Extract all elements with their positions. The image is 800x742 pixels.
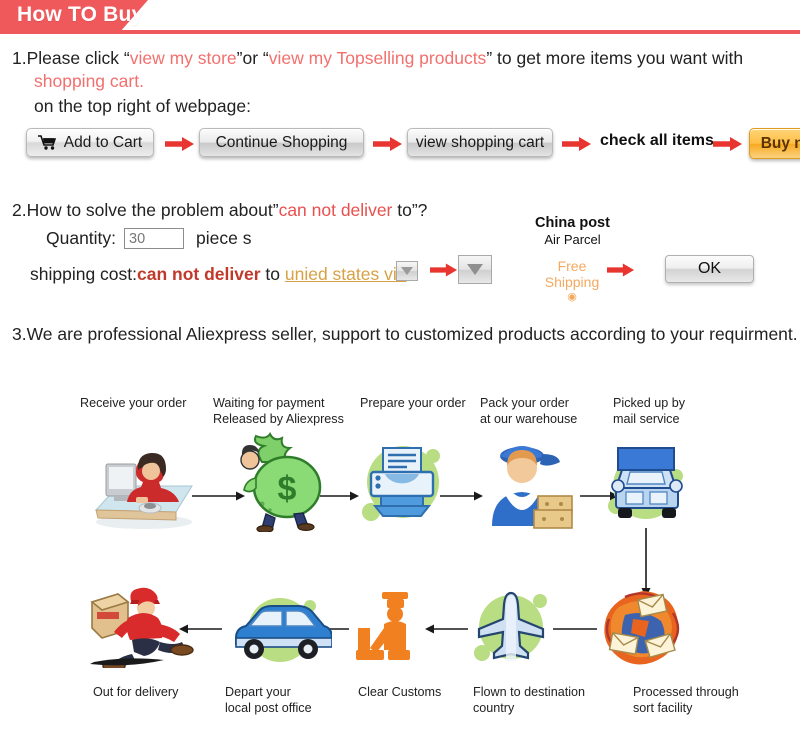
- carrier-service: Air Parcel: [544, 232, 601, 247]
- flow-label-sort-facility: Processed through sort facility: [633, 685, 739, 715]
- van-icon: [222, 592, 332, 666]
- buy-now-button[interactable]: Buy now: [749, 128, 800, 159]
- free-shipping-mark-icon: ◉: [567, 291, 577, 304]
- step-2-post: to”?: [392, 200, 428, 220]
- shopping-cart-text: shopping cart.: [34, 71, 144, 91]
- view-shopping-cart-label: view shopping cart: [415, 133, 545, 151]
- step-3-text: 3.We are professional Aliexpress seller,…: [12, 322, 798, 347]
- shipping-cost-label: shipping cost:: [30, 264, 138, 284]
- shipping-cost-row: shipping cost:can not deliver to unied s…: [30, 262, 406, 287]
- worker-with-boxes-icon: [476, 434, 582, 530]
- carrier-name: China post: [535, 215, 610, 231]
- quantity-label: Quantity:: [46, 228, 117, 248]
- step-1-text: 1.Please click “view my store”or “view m…: [12, 46, 792, 71]
- shipping-to-word: to: [260, 264, 285, 284]
- purchase-flow-buttons: Add to Cart Continue Shopping view shopp…: [26, 128, 800, 172]
- step-2-text: 2.How to solve the problem about”can not…: [12, 198, 427, 223]
- money-bag-icon: $: [232, 432, 342, 532]
- page-header-banner: How TO Buy: [0, 0, 800, 36]
- flow-label-out-for-delivery: Out for delivery: [93, 685, 179, 699]
- continue-shopping-label: Continue Shopping: [215, 133, 348, 151]
- customs-officer-icon: [350, 588, 434, 666]
- printer-icon: [355, 436, 451, 530]
- step-1-number: 1.: [12, 48, 27, 68]
- courier-running-icon: [88, 580, 200, 668]
- destination-country-link[interactable]: unied states via: [285, 264, 407, 284]
- step-1-post: ” to get more items you want with: [486, 48, 744, 68]
- step-1-mid: ”or “: [236, 48, 269, 68]
- carrier-info: China post Air Parcel: [500, 215, 645, 247]
- country-dropdown-toggle-small[interactable]: [396, 261, 418, 281]
- ok-label: OK: [697, 260, 722, 277]
- add-to-cart-label: Add to Cart: [63, 133, 143, 151]
- continue-shopping-button[interactable]: Continue Shopping: [199, 128, 364, 157]
- ok-button[interactable]: OK: [665, 255, 754, 283]
- chevron-down-icon-small: [401, 267, 413, 275]
- step-3-number: 3.: [12, 324, 27, 344]
- how-to-buy-page: How TO Buy 1.Please click “view my store…: [0, 0, 800, 742]
- shopping-cart-icon: [37, 135, 57, 150]
- flow-label-picked-up: Picked up by mail service: [613, 396, 686, 426]
- check-all-items-label: check all items: [600, 132, 714, 149]
- arrow-right-icon-4: [713, 136, 743, 152]
- person-at-computer-icon: [88, 442, 198, 532]
- flow-label-prepare-order: Prepare your order: [360, 396, 466, 410]
- add-to-cart-button[interactable]: Add to Cart: [26, 128, 154, 157]
- arrow-right-icon-5: [430, 262, 460, 278]
- flow-arrow-2: [320, 491, 359, 501]
- shipping-method-dropdown-toggle[interactable]: [458, 255, 492, 284]
- arrow-right-icon-6: [607, 262, 637, 278]
- free-shipping-line1: Free: [557, 258, 587, 274]
- step-1-line3: on the top right of webpage:: [34, 96, 251, 116]
- arrow-right-icon-2: [373, 136, 403, 152]
- chevron-down-icon: [467, 264, 483, 275]
- mail-pile-icon: [595, 585, 691, 669]
- piece-label: piece s: [196, 228, 252, 248]
- flow-label-pack-order: Pack your order at our warehouse: [480, 396, 578, 426]
- quantity-input[interactable]: [124, 228, 184, 249]
- page-title: How TO Buy: [17, 3, 144, 26]
- buy-now-label: Buy now: [760, 134, 800, 152]
- shipping-process-flow: Receive your order Waiting for payment R…: [0, 380, 800, 740]
- flow-label-receive-order: Receive your order: [80, 396, 187, 410]
- step-2-pre: How to solve the problem about”: [26, 200, 279, 220]
- step-2-cannot-deliver: can not deliver: [278, 200, 393, 220]
- flow-label-depart-post-office: Depart your local post office: [225, 685, 312, 715]
- arrow-right-icon-1: [165, 136, 195, 152]
- view-topselling-products-link[interactable]: view my Topselling products: [269, 48, 487, 68]
- view-shopping-cart-button[interactable]: view shopping cart: [407, 128, 553, 157]
- flow-label-waiting-payment: Waiting for payment Released by Aliexpre…: [213, 396, 344, 426]
- flow-label-clear-customs: Clear Customs: [358, 685, 442, 699]
- flow-label-flown-destination: Flown to destination country: [473, 685, 586, 715]
- arrow-right-icon-3: [562, 136, 592, 152]
- free-shipping-line2: Shipping: [544, 274, 600, 291]
- step-1-pre: Please click “: [26, 48, 130, 68]
- step-2-number: 2.: [12, 200, 27, 220]
- step-3-body: We are professional Aliexpress seller, s…: [26, 324, 798, 344]
- svg-text:$: $: [278, 470, 297, 508]
- shipping-cannot-deliver: can not deliver: [137, 264, 261, 284]
- flow-arrow-5: [553, 628, 597, 630]
- view-my-store-link[interactable]: view my store: [130, 48, 237, 68]
- truck-icon: [600, 438, 694, 530]
- airplane-icon: [466, 585, 556, 669]
